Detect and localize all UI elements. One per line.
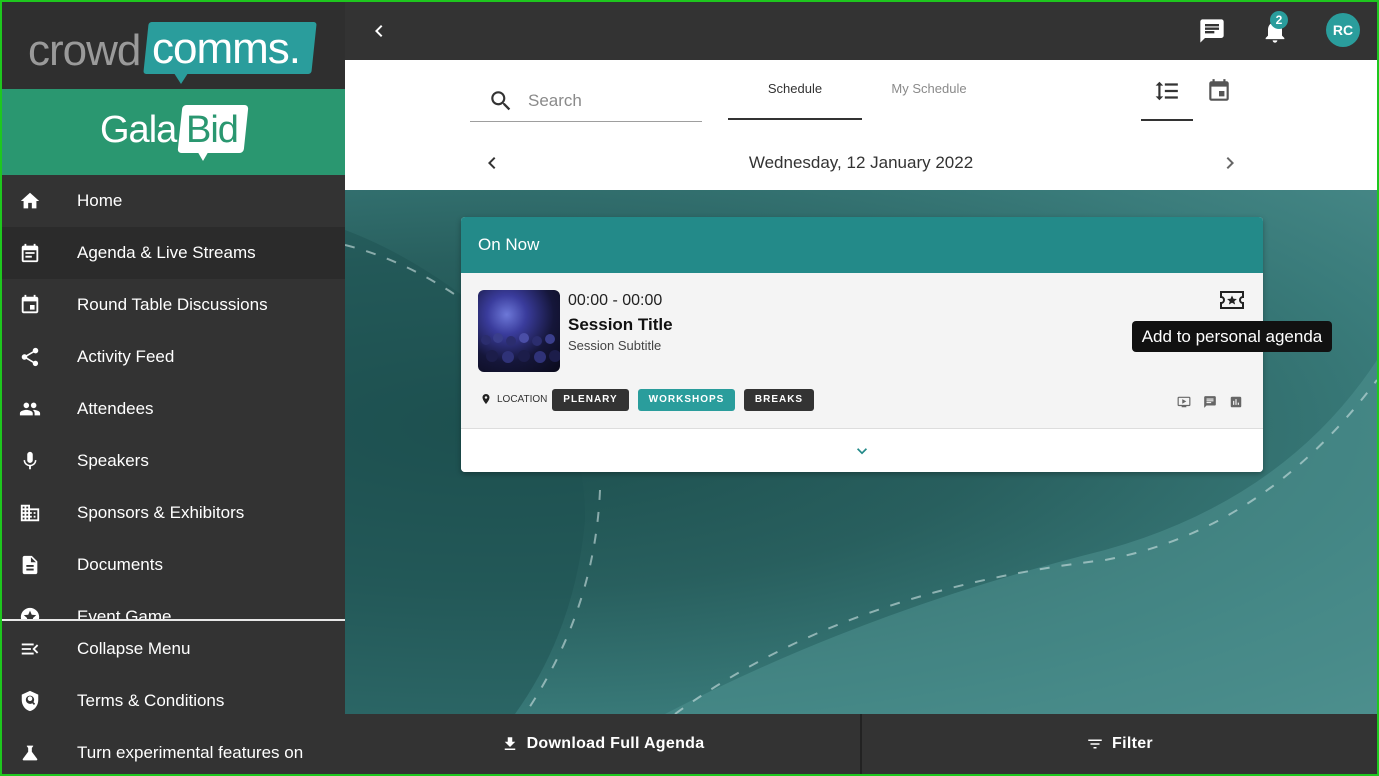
location-label: LOCATION [497, 393, 548, 405]
on-now-heading: On Now [461, 217, 1263, 273]
sidebar-item-round-table[interactable]: Round Table Discussions [2, 279, 345, 331]
calendar-event-icon [18, 293, 42, 317]
sidebar: crowd comms. Gala Bid Home Agenda & Live… [2, 2, 345, 774]
building-icon [18, 501, 42, 525]
search-input[interactable] [528, 86, 698, 116]
back-button[interactable] [367, 19, 391, 43]
sidebar-item-label: Speakers [77, 451, 149, 470]
sidebar-item-sponsors[interactable]: Sponsors & Exhibitors [2, 487, 345, 539]
expand-button[interactable] [852, 441, 872, 461]
agenda-content: On Now 00:00 - 00:00 Session Title Sessi… [345, 190, 1377, 714]
document-icon [18, 553, 42, 577]
card-footer [461, 429, 1263, 472]
logo-crowd-text: crowd [28, 26, 141, 75]
crowdcomms-logo[interactable]: crowd comms. [2, 2, 345, 89]
chat-bubble-icon [1202, 395, 1218, 409]
sidebar-item-label: Turn experimental features on [77, 743, 304, 762]
next-day-button[interactable] [1218, 151, 1242, 175]
tooltip-add-to-agenda: Add to personal agenda [1132, 321, 1332, 352]
chevron-left-icon [375, 25, 383, 37]
sidebar-item-activity-feed[interactable]: Activity Feed [2, 331, 345, 383]
logo-comms-text: comms. [152, 24, 301, 73]
top-bar: 2 RC [345, 2, 1377, 60]
flask-icon [18, 741, 42, 765]
sidebar-item-label: Sponsors & Exhibitors [77, 503, 245, 522]
sidebar-item-label: Agenda & Live Streams [77, 243, 256, 262]
chevron-left-icon [488, 157, 496, 169]
search-box [470, 82, 702, 122]
download-icon [504, 737, 515, 750]
session-location: LOCATION [480, 392, 547, 406]
sidebar-item-label: Documents [77, 555, 163, 574]
calendar-icon [1209, 79, 1229, 101]
format-line-spacing-icon [1155, 81, 1178, 101]
sidebar-item-label: Home [77, 191, 123, 210]
sidebar-item-documents[interactable]: Documents [2, 539, 345, 591]
tab-my-schedule[interactable]: My Schedule [862, 78, 996, 120]
home-icon [18, 189, 42, 213]
search-icon [488, 88, 514, 114]
sidebar-item-label: Terms & Conditions [77, 691, 225, 710]
people-icon [18, 397, 42, 421]
poll-icon [1228, 395, 1244, 409]
agenda-header: Schedule My Schedule Wednesday, 12 Janua… [345, 60, 1377, 190]
download-agenda-button[interactable]: Download Full Agenda [345, 714, 860, 774]
location-pin-icon [482, 394, 490, 404]
tag-plenary[interactable]: PLENARY [552, 389, 629, 411]
sidebar-item-terms[interactable]: Terms & Conditions [2, 675, 345, 727]
sidebar-item-label: Attendees [77, 399, 154, 418]
session-thumbnail [478, 290, 560, 372]
microphone-icon [18, 449, 42, 473]
tag-workshops[interactable]: WORKSHOPS [638, 389, 735, 411]
current-date: Wednesday, 12 January 2022 [748, 153, 974, 172]
sidebar-item-experimental[interactable]: Turn experimental features on [2, 727, 345, 774]
sidebar-item-label: Collapse Menu [77, 639, 191, 658]
sidebar-item-label: Activity Feed [77, 347, 175, 366]
galabid-logo: Gala Bid [2, 89, 345, 175]
sidebar-bottom-menu: Collapse Menu Terms & Conditions Turn ex… [2, 621, 345, 774]
previous-day-button[interactable] [480, 151, 504, 175]
filter-button[interactable]: Filter [862, 714, 1377, 774]
user-avatar[interactable]: RC [1326, 13, 1360, 47]
filter-icon [1088, 739, 1102, 749]
bottom-bar: Download Full Agenda Filter [345, 714, 1377, 774]
collapse-menu-icon [18, 637, 42, 661]
agenda-icon [18, 241, 42, 265]
sidebar-item-speakers[interactable]: Speakers [2, 435, 345, 487]
session-title[interactable]: Session Title [568, 315, 673, 335]
sidebar-item-label: Round Table Discussions [77, 295, 268, 314]
calendar-view-toggle[interactable] [1193, 76, 1245, 121]
ticket-star-icon [1220, 291, 1244, 309]
sidebar-item-attendees[interactable]: Attendees [2, 383, 345, 435]
tag-breaks[interactable]: BREAKS [744, 389, 814, 411]
chevron-right-icon [1226, 157, 1234, 169]
session-subtitle: Session Subtitle [568, 338, 662, 353]
sidebar-item-agenda[interactable]: Agenda & Live Streams [2, 227, 345, 279]
live-stream-icon [1176, 395, 1192, 409]
tab-schedule[interactable]: Schedule [728, 78, 862, 120]
session-time: 00:00 - 00:00 [568, 292, 663, 309]
download-agenda-label: Download Full Agenda [526, 735, 705, 752]
notification-badge: 2 [1270, 11, 1288, 29]
logo-bid-text: Bid [186, 109, 239, 151]
collapse-menu-button[interactable]: Collapse Menu [2, 623, 345, 675]
chat-button[interactable] [1198, 17, 1226, 45]
shield-icon [18, 689, 42, 713]
add-to-agenda-button[interactable] [1219, 289, 1245, 311]
audience-image [481, 333, 560, 363]
chevron-down-icon [857, 448, 867, 455]
logo-gala-text: Gala [100, 109, 177, 151]
share-icon [18, 345, 42, 369]
chat-icon [1200, 19, 1224, 43]
filter-label: Filter [1112, 735, 1153, 752]
sidebar-item-home[interactable]: Home [2, 175, 345, 227]
list-view-toggle[interactable] [1141, 76, 1193, 121]
